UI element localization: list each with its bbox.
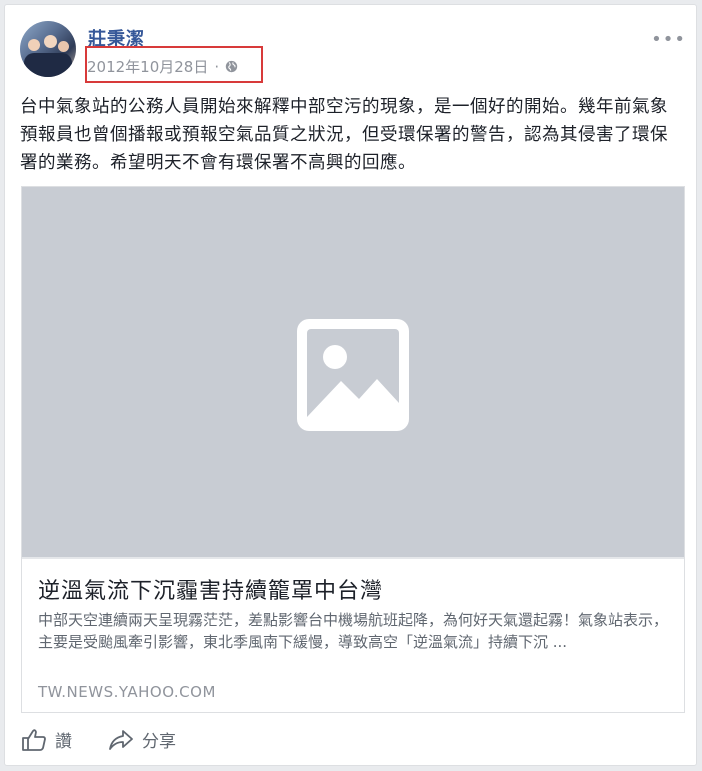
avatar[interactable] [20,21,76,77]
link-preview-card[interactable]: 逆溫氣流下沉霾害持續籠罩中台灣 中部天空連續兩天呈現霧茫茫，差點影響台中機場航班… [21,186,685,713]
link-title[interactable]: 逆溫氣流下沉霾害持續籠罩中台灣 [38,573,383,605]
post-date[interactable]: 2012年10月28日 [87,56,208,77]
link-domain: TW.NEWS.YAHOO.COM [38,683,216,701]
post-meta: 2012年10月28日 · [87,56,238,77]
like-label: 讚 [55,732,72,752]
link-description: 中部天空連續兩天呈現霧茫茫，差點影響台中機場航班起降，為何好天氣還起霧！氣象站表… [38,611,669,651]
post-card: 莊秉潔 2012年10月28日 · ••• 台中氣象站的公務人員開始來解釋中部空… [4,4,697,766]
share-icon [109,729,133,750]
more-options-icon[interactable]: ••• [651,29,686,50]
image-placeholder-icon [297,319,409,431]
share-button[interactable]: 分享 [108,727,176,752]
thumbs-up-icon [22,728,46,751]
link-preview-image[interactable] [22,187,684,557]
globe-icon[interactable] [225,60,238,73]
post-text: 台中氣象站的公務人員開始來解釋中部空污的現象，是一個好的開始。幾年前氣象預報員也… [20,97,668,173]
share-label: 分享 [142,732,176,752]
post-actions: 讚 分享 [21,727,212,752]
like-button[interactable]: 讚 [21,727,72,752]
meta-separator: · [214,57,220,76]
